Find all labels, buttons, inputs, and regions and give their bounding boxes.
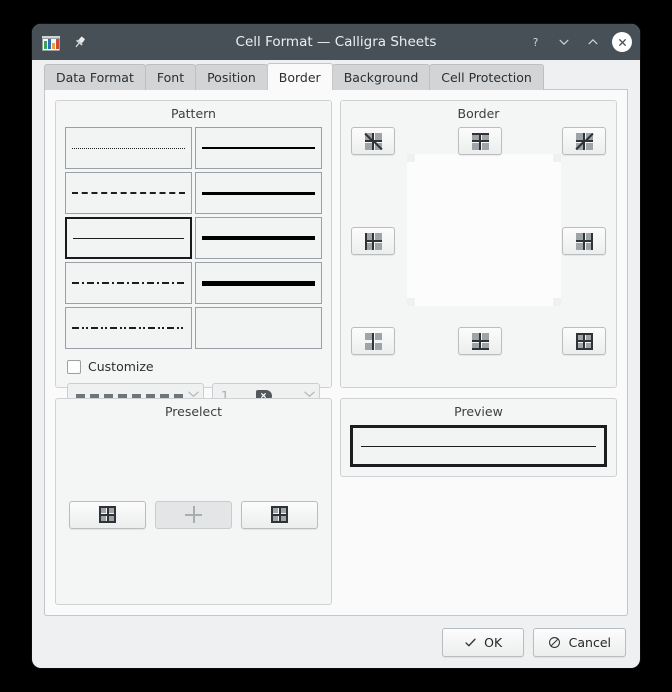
border-right-button[interactable] xyxy=(562,227,606,255)
border-group-title: Border xyxy=(341,106,616,121)
pattern-dash-dot-dot[interactable] xyxy=(65,307,192,349)
border-diagonal-down-button[interactable] xyxy=(351,127,395,155)
tab-font[interactable]: Font xyxy=(145,64,196,90)
tab-background[interactable]: Background xyxy=(332,64,431,90)
preselect-buttons xyxy=(56,425,331,604)
pattern-solid-thin[interactable] xyxy=(195,127,322,169)
window-controls: ? xyxy=(525,32,632,52)
pattern-none[interactable] xyxy=(195,307,322,349)
close-button[interactable] xyxy=(612,32,632,52)
border-diagonal-down-icon xyxy=(365,133,382,150)
tab-border[interactable]: Border xyxy=(267,63,333,90)
border-top-icon xyxy=(472,133,489,150)
cancel-label: Cancel xyxy=(569,635,611,650)
border-cell-preview[interactable] xyxy=(407,154,561,306)
pattern-solid-thick[interactable] xyxy=(195,217,322,259)
pattern-group: Pattern xyxy=(55,100,332,388)
border-preview-box[interactable] xyxy=(350,425,607,467)
border-horizontal-icon xyxy=(576,333,593,350)
pattern-dash-dot[interactable] xyxy=(65,262,192,304)
border-vertical-icon xyxy=(365,333,382,350)
preselect-group-title: Preselect xyxy=(56,404,331,419)
preview-group: Preview xyxy=(340,398,617,477)
tab-label: Position xyxy=(207,70,256,85)
dialog-footer: OK Cancel xyxy=(32,616,640,668)
ok-button[interactable]: OK xyxy=(442,628,524,657)
border-top-button[interactable] xyxy=(458,127,502,155)
tab-label: Data Format xyxy=(56,70,134,85)
border-bottom-button[interactable] xyxy=(458,327,502,355)
tab-data-format[interactable]: Data Format xyxy=(44,64,146,90)
border-diagonal-up-button[interactable] xyxy=(562,127,606,155)
border-left-icon xyxy=(365,233,382,250)
maximize-button[interactable] xyxy=(583,32,603,52)
border-bottom-icon xyxy=(472,333,489,350)
tab-label: Background xyxy=(344,70,419,85)
dashed-line-sample-icon xyxy=(76,394,183,398)
preselect-all-button[interactable] xyxy=(241,501,318,529)
preselect-outline-icon xyxy=(99,506,116,523)
border-vertical-button[interactable] xyxy=(351,327,395,355)
pin-icon[interactable] xyxy=(68,31,90,53)
tab-position[interactable]: Position xyxy=(195,64,268,90)
tab-cell-protection[interactable]: Cell Protection xyxy=(429,64,544,90)
pattern-dashed[interactable] xyxy=(65,172,192,214)
no-entry-icon xyxy=(548,635,562,649)
calligra-sheets-icon xyxy=(40,31,62,53)
cell-format-dialog: Cell Format — Calligra Sheets ? xyxy=(32,24,640,668)
pattern-solid-hairline[interactable] xyxy=(65,217,192,259)
minimize-button[interactable] xyxy=(554,32,574,52)
tab-label: Cell Protection xyxy=(441,70,532,85)
customize-row: Customize xyxy=(67,359,322,374)
pattern-dotted[interactable] xyxy=(65,127,192,169)
title-bar: Cell Format — Calligra Sheets ? xyxy=(32,24,640,60)
border-left-button[interactable] xyxy=(351,227,395,255)
border-tab-page: Border xyxy=(44,90,628,616)
border-horizontal-button[interactable] xyxy=(562,327,606,355)
border-right-icon xyxy=(576,233,593,250)
preselect-all-icon xyxy=(271,506,288,523)
border-diagonal-up-icon xyxy=(576,133,593,150)
preselect-inner-icon xyxy=(185,506,202,523)
preview-group-title: Preview xyxy=(341,404,616,419)
preview-body xyxy=(341,425,616,476)
pattern-solid-thickest[interactable] xyxy=(195,262,322,304)
preselect-group: Preselect xyxy=(55,398,332,605)
tab-bar: Data Format Font Position Border Backgro… xyxy=(32,60,640,90)
preselect-outline-button[interactable] xyxy=(69,501,146,529)
border-group: Border xyxy=(340,100,617,388)
border-button-grid xyxy=(341,127,616,385)
help-button[interactable]: ? xyxy=(525,32,545,52)
tab-label: Font xyxy=(157,70,184,85)
pattern-solid-medium[interactable] xyxy=(195,172,322,214)
pattern-group-title: Pattern xyxy=(56,106,331,121)
ok-label: OK xyxy=(484,635,502,650)
customize-checkbox[interactable] xyxy=(67,360,81,374)
svg-text:?: ? xyxy=(532,36,538,48)
titlebar-left-icons xyxy=(40,31,90,53)
customize-label: Customize xyxy=(88,359,154,374)
tab-label: Border xyxy=(279,70,321,85)
preselect-inner-button[interactable] xyxy=(155,501,232,529)
cancel-button[interactable]: Cancel xyxy=(533,628,626,657)
preview-line xyxy=(361,446,596,447)
check-icon xyxy=(463,635,477,649)
pattern-grid xyxy=(65,127,322,349)
